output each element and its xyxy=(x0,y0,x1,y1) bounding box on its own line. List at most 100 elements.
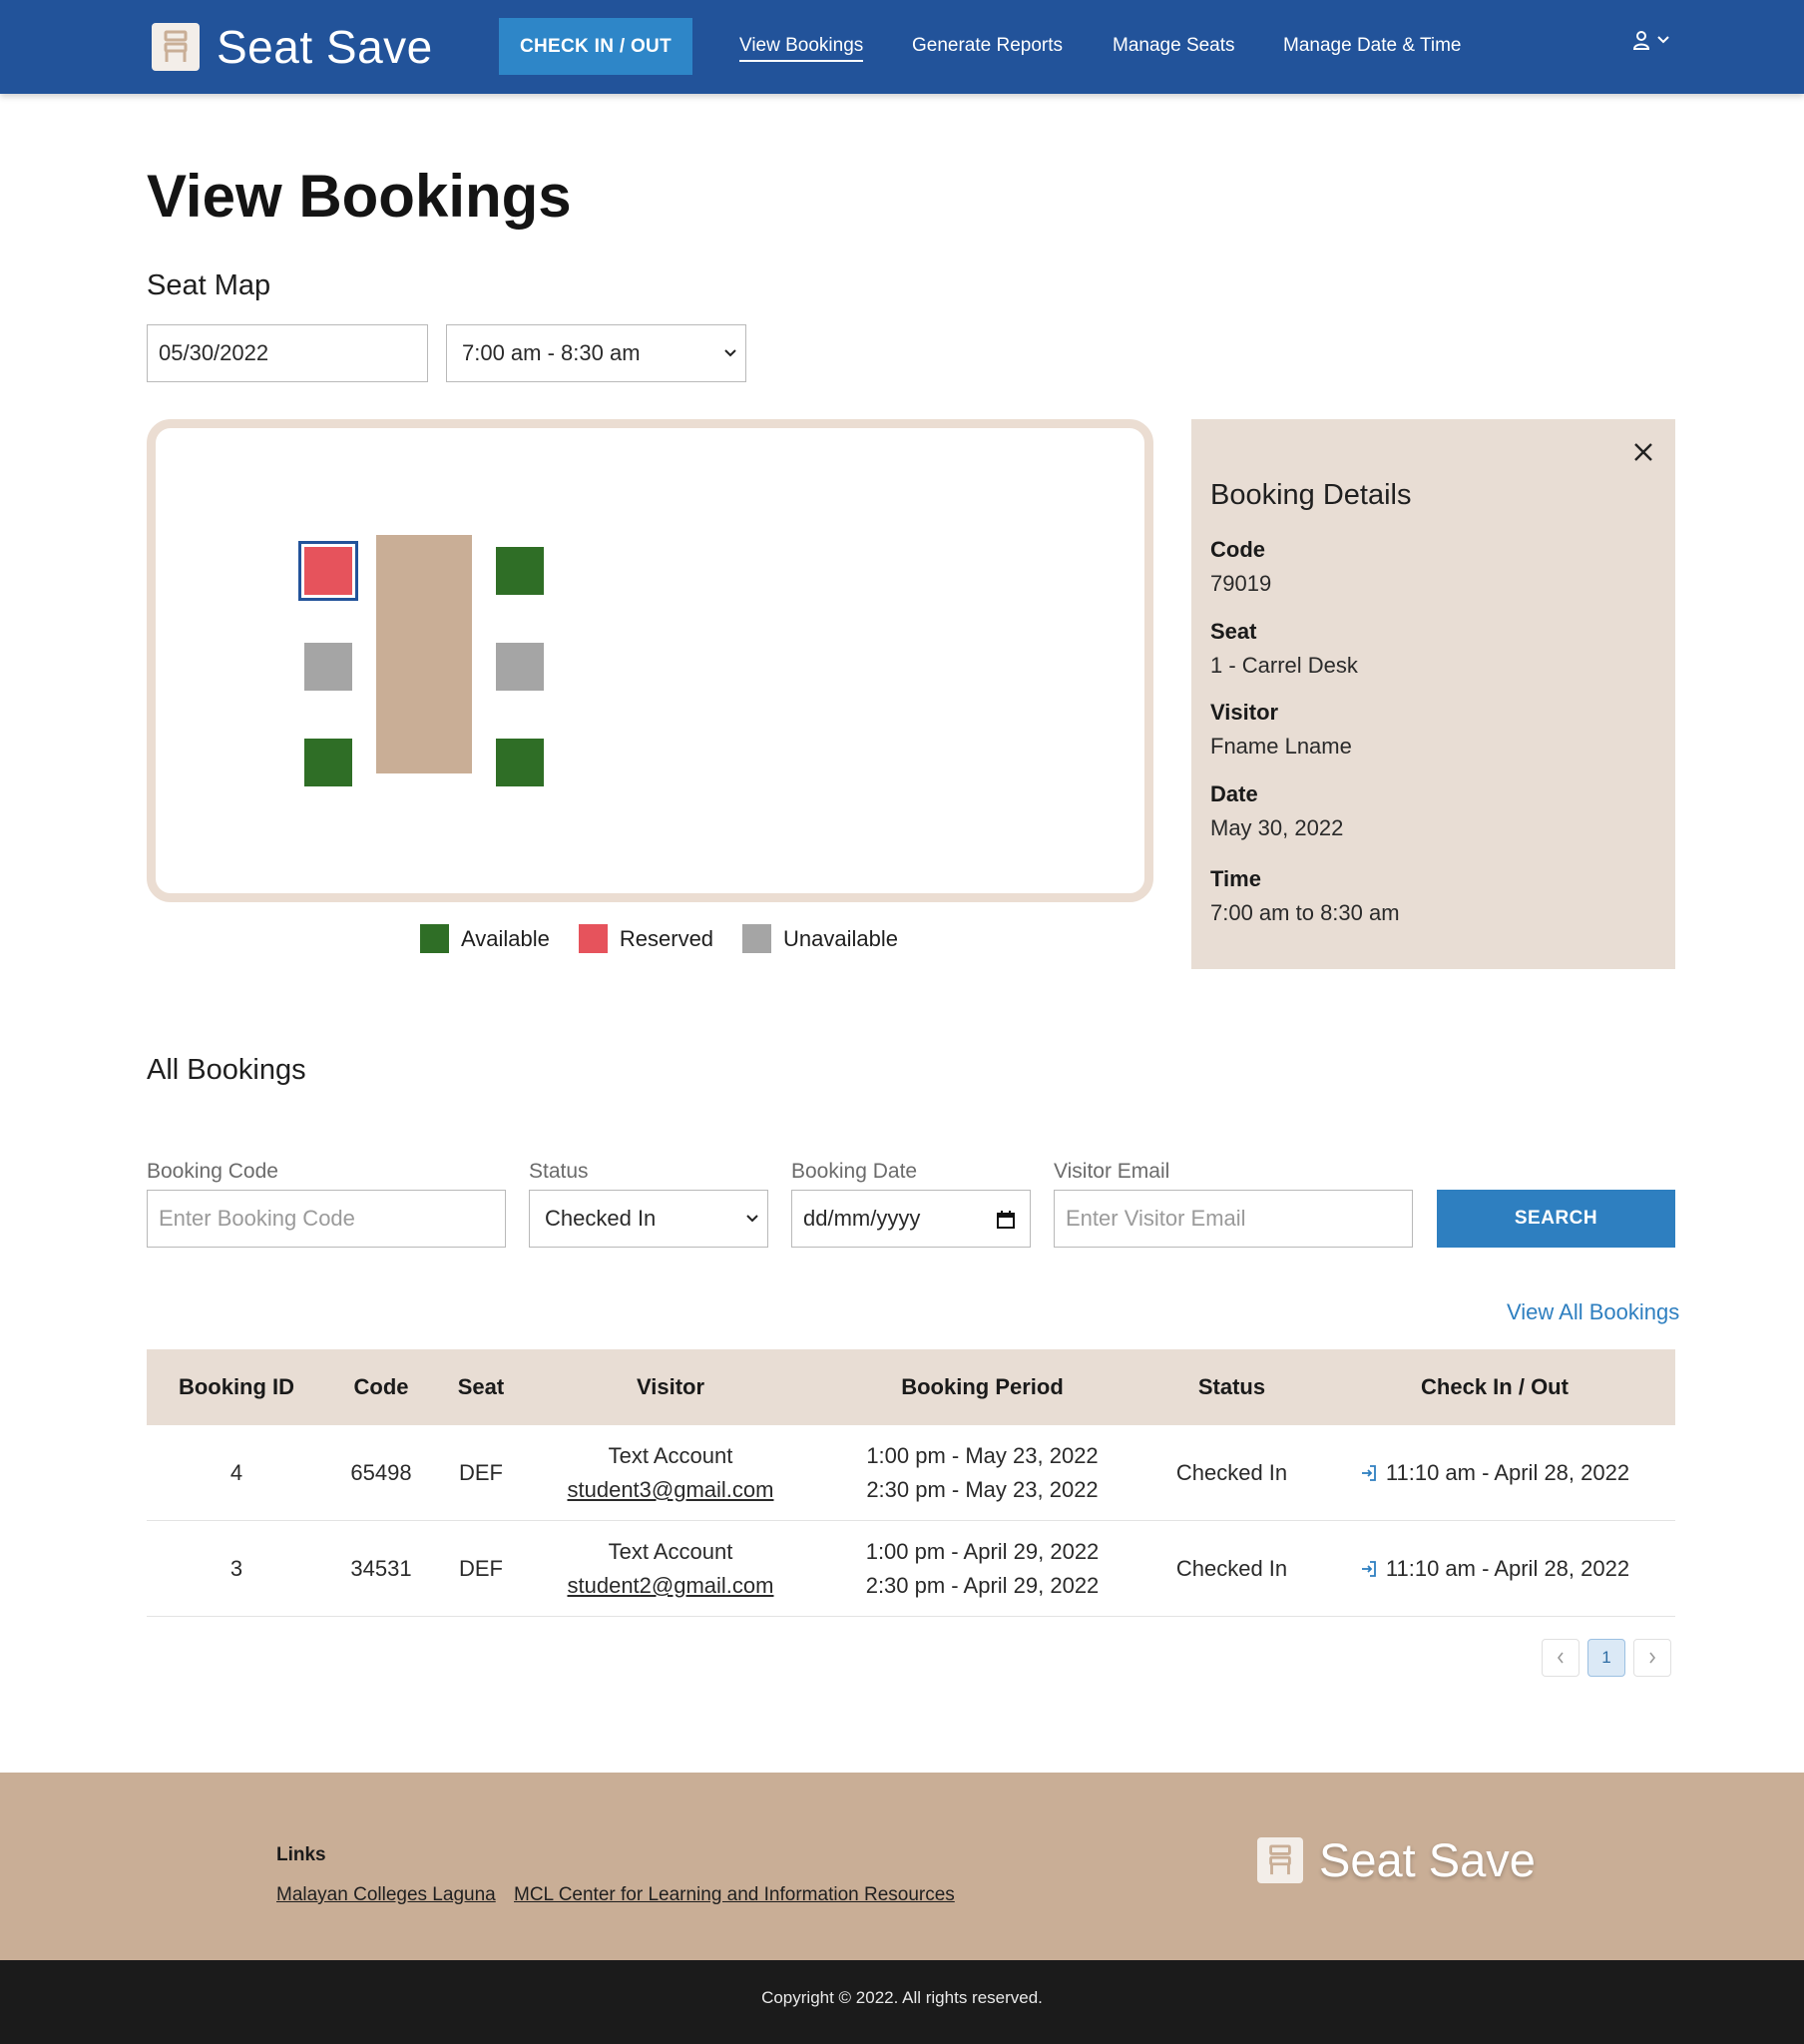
seat-unavailable[interactable] xyxy=(304,643,352,691)
bookings-table-header: Booking ID Code Seat Visitor Booking Per… xyxy=(147,1349,1675,1425)
visitor-name: Text Account xyxy=(608,1443,733,1468)
detail-seat-label: Seat xyxy=(1210,619,1257,644)
booking-date-input[interactable]: dd/mm/yyyy xyxy=(791,1190,1031,1248)
footer-brand-name: Seat Save xyxy=(1319,1833,1536,1886)
chevron-down-icon xyxy=(1657,36,1669,44)
booking-id-cell: 4 xyxy=(229,1460,243,1485)
column-header: Visitor xyxy=(636,1374,705,1399)
column-header: Booking ID xyxy=(178,1374,295,1399)
footer-link-clir[interactable]: MCL Center for Learning and Information … xyxy=(514,1884,955,1906)
status-cell: Checked In xyxy=(1175,1556,1288,1581)
nav-manage-date-time[interactable]: Manage Date & Time xyxy=(1283,32,1461,60)
booking-date-label: Booking Date xyxy=(791,1160,918,1183)
seat-cell: DEF xyxy=(459,1556,503,1581)
column-header: Booking Period xyxy=(901,1374,1064,1399)
checkin-cell: 11:10 am - April 28, 2022 xyxy=(1314,1425,1675,1521)
checkin-time: 11:10 am - April 28, 2022 xyxy=(1385,1460,1630,1485)
column-header: Code xyxy=(353,1374,409,1399)
legend-unavailable-swatch xyxy=(742,924,772,953)
checkin-time: 11:10 am - April 28, 2022 xyxy=(1385,1556,1630,1581)
detail-code-label: Code xyxy=(1210,537,1265,562)
desk-table xyxy=(376,535,472,773)
seat-map-date-value: 05/30/2022 xyxy=(159,340,269,365)
period-start: 1:00 pm - May 23, 2022 xyxy=(866,1443,1099,1468)
period-end: 2:30 pm - April 29, 2022 xyxy=(865,1573,1100,1598)
detail-date-value: May 30, 2022 xyxy=(1210,815,1344,840)
prev-page-button[interactable] xyxy=(1542,1639,1579,1677)
close-icon[interactable] xyxy=(1632,441,1654,463)
seat-map-canvas xyxy=(147,419,1153,902)
footer-link-mcl[interactable]: Malayan Colleges Laguna xyxy=(276,1884,496,1906)
detail-visitor-label: Visitor xyxy=(1210,700,1279,725)
visitor-cell: Text Account student2@gmail.com xyxy=(526,1521,815,1617)
status-label: Status xyxy=(529,1160,589,1183)
detail-time-label: Time xyxy=(1210,866,1261,891)
view-all-bookings-link[interactable]: View All Bookings xyxy=(1507,1299,1679,1325)
seat-map-time-select[interactable]: 7:00 am - 8:30 am xyxy=(446,324,746,382)
page-title: View Bookings xyxy=(147,163,572,230)
seat-reserved[interactable] xyxy=(304,547,352,595)
table-row: 3 34531 DEF Text Account student2@gmail.… xyxy=(147,1521,1675,1617)
seat-available[interactable] xyxy=(496,739,544,786)
footer-brand[interactable]: Seat Save xyxy=(1257,1832,1536,1887)
seat-legend: Available Reserved Unavailable xyxy=(420,924,898,953)
seat-available[interactable] xyxy=(496,547,544,595)
status-select[interactable]: Checked In xyxy=(529,1190,768,1248)
visitor-name: Text Account xyxy=(608,1539,733,1564)
period-end: 2:30 pm - May 23, 2022 xyxy=(866,1477,1099,1502)
search-button[interactable]: SEARCH xyxy=(1437,1190,1675,1248)
brand-name: Seat Save xyxy=(217,21,433,73)
footer: Links Malayan Colleges Laguna MCL Center… xyxy=(0,1773,1804,1960)
booking-code-placeholder: Enter Booking Code xyxy=(159,1206,355,1231)
legend-available-swatch xyxy=(420,924,449,953)
booking-details-title: Booking Details xyxy=(1210,479,1412,511)
table-row: 4 65498 DEF Text Account student3@gmail.… xyxy=(147,1425,1675,1521)
booking-code-label: Booking Code xyxy=(147,1160,278,1183)
code-cell: 65498 xyxy=(350,1460,412,1485)
nav-view-bookings[interactable]: View Bookings xyxy=(739,32,864,62)
nav-generate-reports[interactable]: Generate Reports xyxy=(912,32,1063,60)
detail-time-value: 7:00 am to 8:30 am xyxy=(1210,900,1400,925)
next-page-button[interactable] xyxy=(1633,1639,1671,1677)
code-cell: 34531 xyxy=(350,1556,412,1581)
check-in-out-button[interactable]: CHECK IN / OUT xyxy=(499,18,692,75)
seat-map-title: Seat Map xyxy=(147,269,271,301)
status-cell: Checked In xyxy=(1175,1460,1288,1485)
visitor-email-link[interactable]: student2@gmail.com xyxy=(568,1569,774,1603)
period-start: 1:00 pm - April 29, 2022 xyxy=(865,1539,1100,1564)
brand[interactable]: Seat Save xyxy=(152,20,433,74)
seat-map-date-input[interactable]: 05/30/2022 xyxy=(147,324,428,382)
seat-logo-icon xyxy=(152,23,200,71)
booking-id-cell: 3 xyxy=(229,1556,243,1581)
visitor-cell: Text Account student3@gmail.com xyxy=(526,1425,815,1521)
booking-date-placeholder: dd/mm/yyyy xyxy=(803,1206,921,1231)
column-header: Seat xyxy=(457,1374,505,1399)
chevron-down-icon xyxy=(724,349,736,357)
footer-links-title: Links xyxy=(276,1844,326,1865)
all-bookings-title: All Bookings xyxy=(147,1054,306,1086)
chevron-right-icon xyxy=(1649,1652,1656,1664)
user-menu[interactable] xyxy=(1632,30,1670,50)
chevron-down-icon xyxy=(746,1215,758,1223)
calendar-icon[interactable] xyxy=(996,1210,1016,1230)
legend-unavailable-label: Unavailable xyxy=(783,925,899,951)
seat-cell: DEF xyxy=(459,1460,503,1485)
booking-code-input[interactable]: Enter Booking Code xyxy=(147,1190,506,1248)
nav-manage-seats[interactable]: Manage Seats xyxy=(1113,32,1235,60)
seat-available[interactable] xyxy=(304,739,352,786)
legend-reserved-swatch xyxy=(578,924,608,953)
seat-logo-icon xyxy=(1257,1836,1303,1883)
page-1-button[interactable]: 1 xyxy=(1587,1639,1625,1677)
visitor-email-link[interactable]: student3@gmail.com xyxy=(568,1473,774,1507)
booking-period-cell: 1:00 pm - May 23, 2022 2:30 pm - May 23,… xyxy=(815,1425,1149,1521)
check-in-icon xyxy=(1361,1561,1376,1577)
seat-map-time-value: 7:00 am - 8:30 am xyxy=(462,340,641,365)
detail-visitor-value: Fname Lname xyxy=(1210,734,1352,759)
seat-unavailable[interactable] xyxy=(496,643,544,691)
check-in-icon xyxy=(1361,1465,1376,1481)
visitor-email-label: Visitor Email xyxy=(1054,1160,1170,1183)
detail-seat-value: 1 - Carrel Desk xyxy=(1210,653,1358,678)
chevron-left-icon xyxy=(1557,1652,1564,1664)
visitor-email-input[interactable]: Enter Visitor Email xyxy=(1054,1190,1413,1248)
copyright-text: Copyright © 2022. All rights reserved. xyxy=(761,1988,1043,2007)
